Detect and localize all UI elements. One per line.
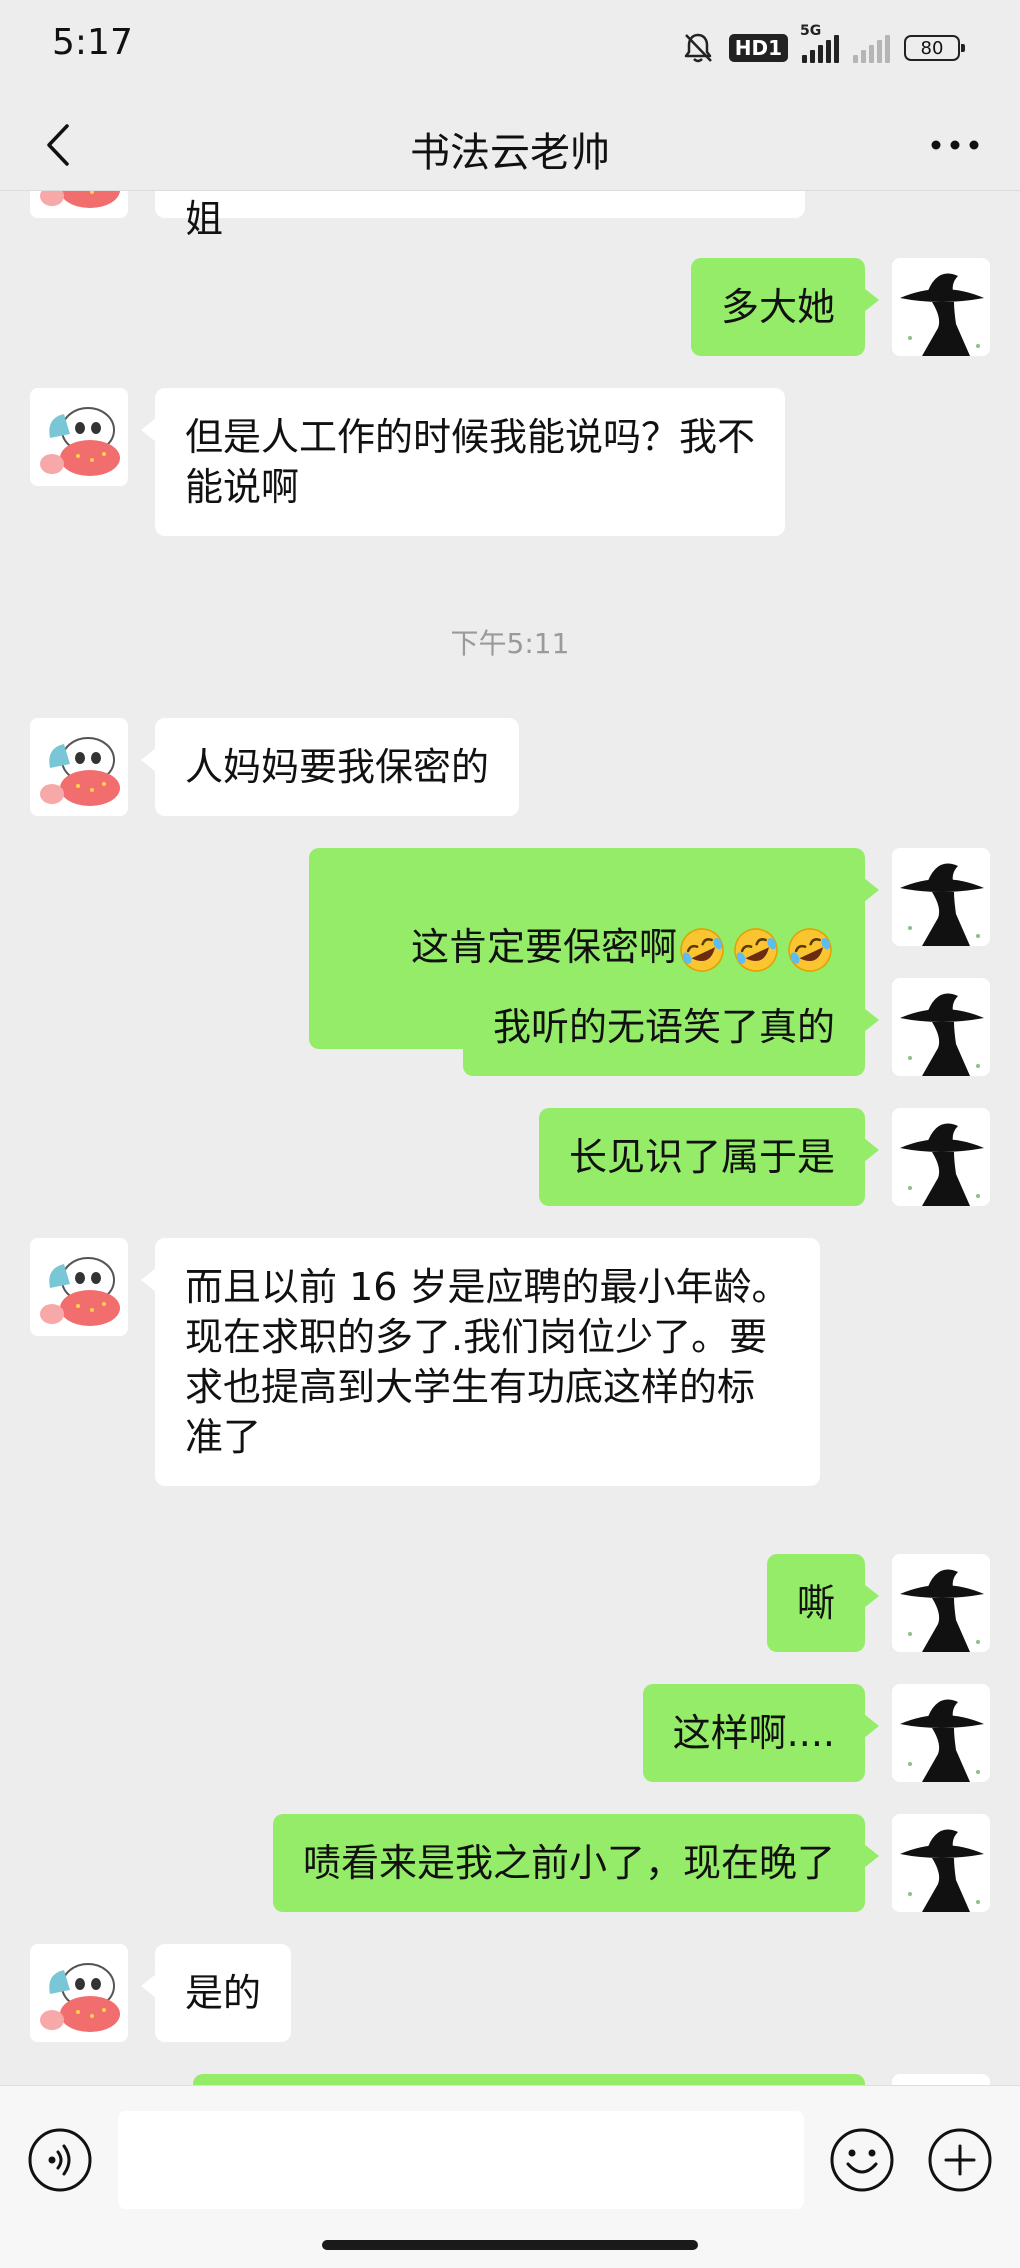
- self-avatar[interactable]: [892, 1684, 990, 1782]
- status-time: 5:17: [52, 22, 133, 63]
- message-list[interactable]: 就是她姐姐也在当文员，一个。姐姐 多大她: [0, 190, 1020, 2085]
- more-options-button[interactable]: [920, 117, 990, 173]
- self-avatar[interactable]: [892, 1814, 990, 1912]
- witch-hat-avatar-image: [892, 258, 990, 356]
- battery-icon: 80: [904, 35, 965, 61]
- message-bubble[interactable]: 就是她姐姐也在当文员，一个。姐姐: [155, 190, 805, 241]
- time-divider: 下午5:11: [450, 627, 570, 660]
- message-input[interactable]: [118, 2111, 804, 2209]
- panda-avatar-image: [30, 190, 128, 218]
- panda-avatar-image: [30, 1944, 128, 2042]
- self-avatar[interactable]: [892, 258, 990, 356]
- contact-avatar[interactable]: [30, 1944, 128, 2042]
- contact-avatar[interactable]: [30, 1238, 128, 1336]
- message-bubble[interactable]: 但是人工作的时候我能说吗？我不 能说啊: [140, 388, 786, 536]
- secondary-signal-icon: [853, 33, 890, 63]
- back-button[interactable]: [30, 117, 86, 173]
- hd-badge: HD1: [728, 34, 788, 62]
- self-avatar[interactable]: [892, 848, 990, 946]
- message-bubble[interactable]: 我听的无语笑了真的: [462, 978, 880, 1076]
- chat-header: 书法云老帅: [0, 100, 1020, 191]
- emoji-group: [677, 925, 835, 975]
- chevron-left-icon: [47, 124, 69, 166]
- panda-avatar-image: [30, 388, 128, 486]
- message-bubble[interactable]: 长见识了属于是: [538, 1108, 880, 1206]
- message-bubble[interactable]: 而且以前 16 岁是应聘的最小年龄。 现在求职的多了.我们岗位少了。要 求也提高…: [141, 1238, 820, 1486]
- panda-avatar-image: [30, 1238, 128, 1336]
- contact-avatar[interactable]: [30, 388, 128, 486]
- message-bubble[interactable]: 人妈妈要我保密的: [140, 718, 520, 816]
- network-type-label: 5G: [800, 23, 822, 39]
- more-dots-icon: [931, 140, 979, 150]
- message-bubble[interactable]: 嘶: [766, 1554, 880, 1652]
- plus-icon: [928, 2128, 992, 2192]
- self-avatar[interactable]: [892, 2074, 990, 2085]
- voice-icon: [28, 2128, 92, 2192]
- self-avatar[interactable]: [892, 978, 990, 1076]
- message-text: 这肯定要保密啊: [410, 925, 677, 969]
- rolling-on-floor-laughing-emoji: [788, 927, 832, 972]
- witch-hat-avatar-image: [892, 1814, 990, 1912]
- witch-hat-avatar-image: [892, 1108, 990, 1206]
- contact-avatar[interactable]: [30, 718, 128, 816]
- message-bubble[interactable]: [193, 2074, 865, 2085]
- status-icons: HD1 5G 80: [681, 23, 965, 68]
- self-avatar[interactable]: [892, 1554, 990, 1652]
- message-bubble[interactable]: 是的: [140, 1944, 292, 2042]
- witch-hat-avatar-image: [892, 2074, 990, 2085]
- self-avatar[interactable]: [892, 1108, 990, 1206]
- chat-title: 书法云老帅: [410, 130, 610, 176]
- witch-hat-avatar-image: [892, 978, 990, 1076]
- witch-hat-avatar-image: [892, 1554, 990, 1652]
- cellular-signal-icon: 5G: [800, 23, 839, 63]
- rolling-on-floor-laughing-emoji: [680, 927, 724, 972]
- emoji-button[interactable]: [828, 2126, 896, 2194]
- witch-hat-avatar-image: [892, 848, 990, 946]
- home-indicator[interactable]: [322, 2240, 698, 2250]
- voice-input-button[interactable]: [26, 2126, 94, 2194]
- rolling-on-floor-laughing-emoji: [734, 927, 778, 972]
- more-actions-button[interactable]: [926, 2126, 994, 2194]
- smiley-icon: [830, 2128, 894, 2192]
- message-bubble[interactable]: 多大她: [690, 258, 880, 356]
- panda-avatar-image: [30, 718, 128, 816]
- contact-avatar[interactable]: [30, 190, 128, 218]
- message-bubble[interactable]: 这样啊....: [642, 1684, 880, 1782]
- bell-off-icon: [684, 33, 712, 63]
- status-bar: 5:17 HD1 5G 80: [0, 0, 1020, 100]
- witch-hat-avatar-image: [892, 1684, 990, 1782]
- message-bubble[interactable]: 啧看来是我之前小了，现在晚了: [272, 1814, 880, 1912]
